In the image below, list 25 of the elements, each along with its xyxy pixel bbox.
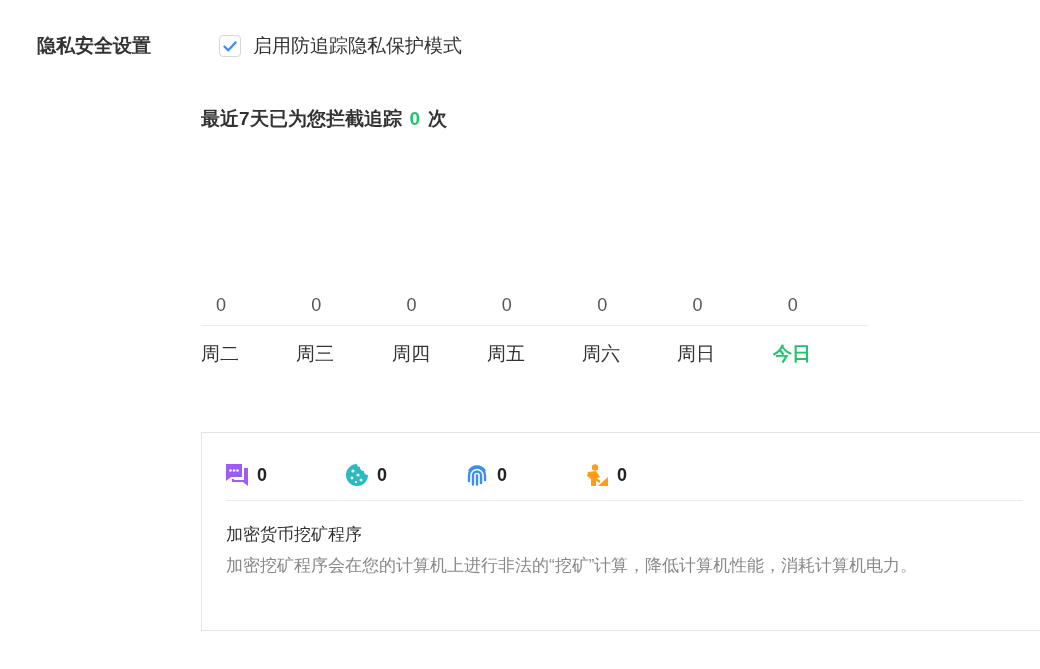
tracker-count: 0 [617, 464, 627, 486]
day-label: 周六 [582, 342, 621, 366]
day-label: 周三 [296, 342, 335, 366]
tracker-count: 0 [257, 464, 267, 486]
day-label: 今日 [772, 342, 811, 366]
count-label: 0 [787, 294, 798, 316]
section-title: 隐私安全设置 [37, 34, 151, 58]
count-label: 0 [216, 294, 226, 316]
detail-description: 加密挖矿程序会在您的计算机上进行非法的“挖矿”计算，降低计算机性能，消耗计算机电力。 [226, 555, 918, 577]
day-label: 周日 [677, 342, 716, 366]
tracker-count: 0 [377, 464, 387, 486]
tracker-count: 0 [497, 464, 507, 486]
count-label: 0 [501, 294, 512, 316]
checkbox-label: 启用防追踪隐私保护模式 [253, 34, 462, 58]
detail-title: 加密货币挖矿程序 [226, 524, 362, 546]
count-label: 0 [597, 294, 608, 316]
checkbox[interactable] [219, 35, 241, 57]
checkmark-icon [223, 40, 237, 52]
day-label: 周四 [391, 342, 430, 366]
blocked-summary: 最近7天已为您拦截追踪 0 次 [201, 107, 448, 131]
count-label: 0 [692, 294, 703, 316]
count-label: 0 [406, 294, 417, 316]
day-label: 周五 [486, 342, 525, 366]
day-label: 周二 [201, 342, 239, 366]
count-label: 0 [311, 294, 322, 316]
